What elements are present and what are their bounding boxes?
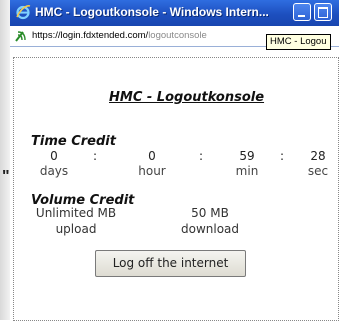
time-separator: : — [199, 149, 204, 163]
title-tooltip: HMC - Logou — [266, 34, 331, 50]
download-value: 50 MB — [191, 206, 229, 220]
time-separator: : — [280, 149, 285, 163]
seconds-unit: sec — [307, 164, 329, 178]
hours-unit: hour — [138, 164, 166, 178]
seconds-value: 28 — [310, 149, 326, 163]
url-host: https://login.fdxtended.com/ — [32, 30, 149, 41]
minimize-button[interactable] — [293, 3, 311, 21]
log-off-button[interactable]: Log off the internet — [95, 250, 246, 277]
minutes-unit: min — [235, 164, 259, 178]
upload-label: upload — [55, 222, 97, 236]
maximize-button[interactable] — [314, 3, 332, 21]
logout-console-panel: HMC - Logoutkonsole Time Credit 0 : 0 : … — [13, 57, 339, 321]
upload-value: Unlimited MB — [35, 206, 117, 220]
minutes-value: 59 — [239, 149, 255, 163]
popup-window: HMC - Logoutkonsole - Windows Intern... … — [10, 0, 339, 321]
internet-explorer-icon — [16, 5, 31, 20]
download-label: download — [180, 222, 240, 236]
page-title: HMC - Logoutkonsole — [109, 90, 265, 105]
background-quote-mark: " — [2, 168, 10, 185]
days-unit: days — [39, 164, 69, 178]
background-window-edge — [0, 0, 10, 320]
url-text[interactable]: https://login.fdxtended.com/logoutconsol… — [32, 30, 207, 41]
window-title: HMC - Logoutkonsole - Windows Intern... — [35, 5, 269, 19]
days-value: 0 — [50, 149, 58, 163]
time-credit-label: Time Credit — [31, 134, 116, 149]
page-loading-icon — [15, 31, 26, 42]
url-path: logoutconsole — [148, 30, 207, 41]
hours-value: 0 — [148, 149, 156, 163]
title-bar[interactable]: HMC - Logoutkonsole - Windows Intern... — [10, 0, 339, 26]
time-separator: : — [93, 149, 98, 163]
